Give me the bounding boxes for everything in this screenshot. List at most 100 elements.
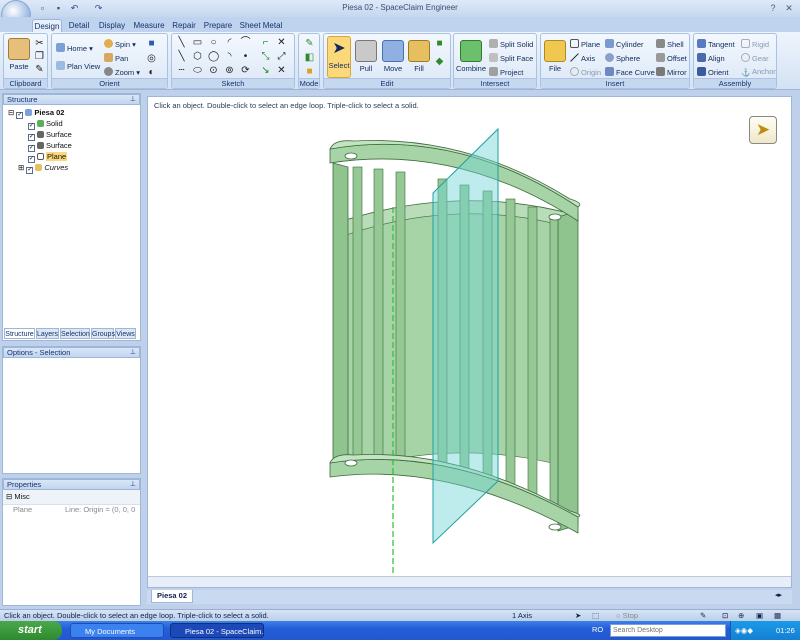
close-icon[interactable]: ✕: [782, 2, 796, 14]
tab-views[interactable]: Views: [115, 328, 136, 339]
curves-checkbox[interactable]: ✓: [26, 167, 34, 174]
sphere-button[interactable]: Sphere: [605, 53, 640, 64]
construction-line-icon[interactable]: ┄: [176, 65, 187, 76]
tab-measure[interactable]: Measure: [132, 19, 166, 32]
cut-icon[interactable]: ✂: [34, 38, 45, 49]
select-button[interactable]: ➤ Select: [327, 36, 351, 78]
slot-icon[interactable]: ⬭: [192, 65, 203, 76]
three-point-arc-icon[interactable]: ◝: [224, 51, 235, 62]
spline-icon[interactable]: ⊙: [208, 65, 219, 76]
horizontal-scrollbar[interactable]: [148, 576, 791, 587]
ellipse-icon[interactable]: ◯: [208, 51, 219, 62]
tangent-button[interactable]: Tangent: [697, 39, 735, 50]
new-icon[interactable]: ▫: [36, 2, 49, 15]
sweep-arc-icon[interactable]: ⌒: [240, 37, 251, 48]
copy-icon[interactable]: ❐: [34, 51, 45, 62]
replace-icon[interactable]: ◆: [434, 56, 445, 67]
shell-button[interactable]: Shell: [656, 39, 684, 50]
options-pin-icon[interactable]: ⊥: [130, 348, 136, 358]
start-button[interactable]: start: [0, 621, 62, 640]
combine-button[interactable]: Combine: [456, 40, 486, 73]
tree-item-curves[interactable]: ⊞ ✓ Curves: [8, 163, 140, 174]
pin-icon[interactable]: ⊥: [130, 95, 136, 105]
property-row[interactable]: Plane Line: Origin = (0, 0, 0: [3, 505, 140, 516]
tab-layers[interactable]: Layers: [36, 328, 59, 339]
tab-sheet-metal[interactable]: Sheet Metal: [238, 19, 284, 32]
tree-root[interactable]: ⊟ ✓ Piesa 02: [8, 108, 140, 119]
align-button[interactable]: Align: [697, 53, 725, 64]
tab-groups[interactable]: Groups: [91, 328, 115, 339]
surface-checkbox[interactable]: ✓: [28, 134, 35, 141]
tree-item-plane[interactable]: ✓ Plane: [8, 152, 140, 163]
pan-button[interactable]: Pan: [104, 53, 128, 64]
tree-item-solid[interactable]: ✓ Solid: [8, 119, 140, 130]
split-face-button[interactable]: Split Face: [489, 53, 533, 64]
blend-icon[interactable]: ■: [434, 38, 445, 49]
format-painter-icon[interactable]: ✎: [34, 64, 45, 75]
part-model[interactable]: [148, 97, 791, 577]
intersect-curve-icon[interactable]: ✕: [276, 37, 287, 48]
circle-icon[interactable]: ○: [208, 37, 219, 48]
view-style-icon[interactable]: ◐: [146, 67, 157, 78]
tab-repair[interactable]: Repair: [170, 19, 198, 32]
fill-button[interactable]: Fill: [408, 40, 430, 73]
sketch-mode-icon[interactable]: ✎: [304, 38, 315, 49]
sketch-arc-icon[interactable]: ⟳: [240, 65, 251, 76]
paste-button[interactable]: Paste: [7, 38, 31, 71]
origin-button[interactable]: Origin: [570, 67, 601, 78]
split-solid-button[interactable]: Split Solid: [489, 39, 533, 50]
line-icon[interactable]: ╲: [176, 37, 187, 48]
help-icon[interactable]: ?: [766, 2, 780, 14]
tab-design[interactable]: Design: [32, 19, 62, 32]
desktop-search-input[interactable]: [610, 624, 726, 637]
plan-view-button[interactable]: Plan View: [56, 61, 100, 72]
tab-detail[interactable]: Detail: [66, 19, 92, 32]
design-canvas[interactable]: Click an object. Double-click to select …: [147, 96, 792, 588]
bend-icon[interactable]: ⤢: [276, 51, 287, 62]
tab-display[interactable]: Display: [96, 19, 128, 32]
offset-button[interactable]: Offset: [656, 53, 687, 64]
collapse-icon[interactable]: ⊟: [8, 108, 14, 117]
arc-icon[interactable]: ◜: [224, 37, 235, 48]
gear-button[interactable]: Gear: [741, 53, 769, 64]
tab-scroll-icon[interactable]: ◂▸: [775, 591, 782, 599]
split-curve-icon[interactable]: ✕: [276, 65, 287, 76]
fillet-icon[interactable]: ⊚: [224, 65, 235, 76]
root-checkbox[interactable]: ✓: [16, 112, 24, 119]
pull-button[interactable]: Pull: [354, 40, 378, 73]
task-my-documents[interactable]: My Documents: [70, 623, 164, 638]
document-tab[interactable]: Piesa 02: [151, 590, 193, 603]
plane-button[interactable]: Plane: [570, 39, 600, 50]
tangent-line-icon[interactable]: ╲: [176, 51, 187, 62]
trim-icon[interactable]: ⌐: [260, 37, 271, 48]
tab-structure[interactable]: Structure: [4, 328, 35, 339]
rectangle-icon[interactable]: ▭: [192, 37, 203, 48]
task-spaceclaim[interactable]: Piesa 02 - SpaceClaim...: [170, 623, 264, 638]
section-mode-icon[interactable]: ◧: [304, 52, 315, 63]
spin-button[interactable]: Spin ▾: [104, 39, 136, 50]
view-mode-icon[interactable]: ◎: [146, 53, 157, 64]
orient-button[interactable]: Orient: [697, 67, 728, 78]
solid-checkbox[interactable]: ✓: [28, 123, 35, 130]
surface-2-checkbox[interactable]: ✓: [28, 145, 35, 152]
undo-icon[interactable]: ↶: [68, 2, 81, 15]
save-icon[interactable]: ▪: [52, 2, 65, 15]
properties-pin-icon[interactable]: ⊥: [130, 480, 136, 490]
expand-icon[interactable]: ⊞: [18, 163, 24, 172]
file-button[interactable]: File: [543, 40, 567, 73]
rigid-button[interactable]: Rigid: [741, 39, 769, 50]
offset-curve-icon[interactable]: ⤡: [260, 51, 271, 62]
polygon-icon[interactable]: ⬡: [192, 51, 203, 62]
tab-prepare[interactable]: Prepare: [202, 19, 234, 32]
group-collapse-icon[interactable]: ⊟: [6, 492, 12, 501]
mirror-button[interactable]: Mirror: [656, 67, 687, 78]
redo-icon[interactable]: ↷: [92, 2, 105, 15]
project-curve-icon[interactable]: ↘: [260, 65, 271, 76]
axis-button[interactable]: Axis: [570, 53, 595, 64]
tree-item-surface[interactable]: ✓ Surface: [8, 130, 140, 141]
language-indicator[interactable]: RO: [592, 625, 603, 634]
anchor-button[interactable]: ⚓ Anchor: [741, 67, 776, 77]
tab-selection[interactable]: Selection: [60, 328, 90, 339]
properties-group[interactable]: ⊟ Misc: [3, 490, 140, 505]
point-icon[interactable]: •: [240, 51, 251, 62]
